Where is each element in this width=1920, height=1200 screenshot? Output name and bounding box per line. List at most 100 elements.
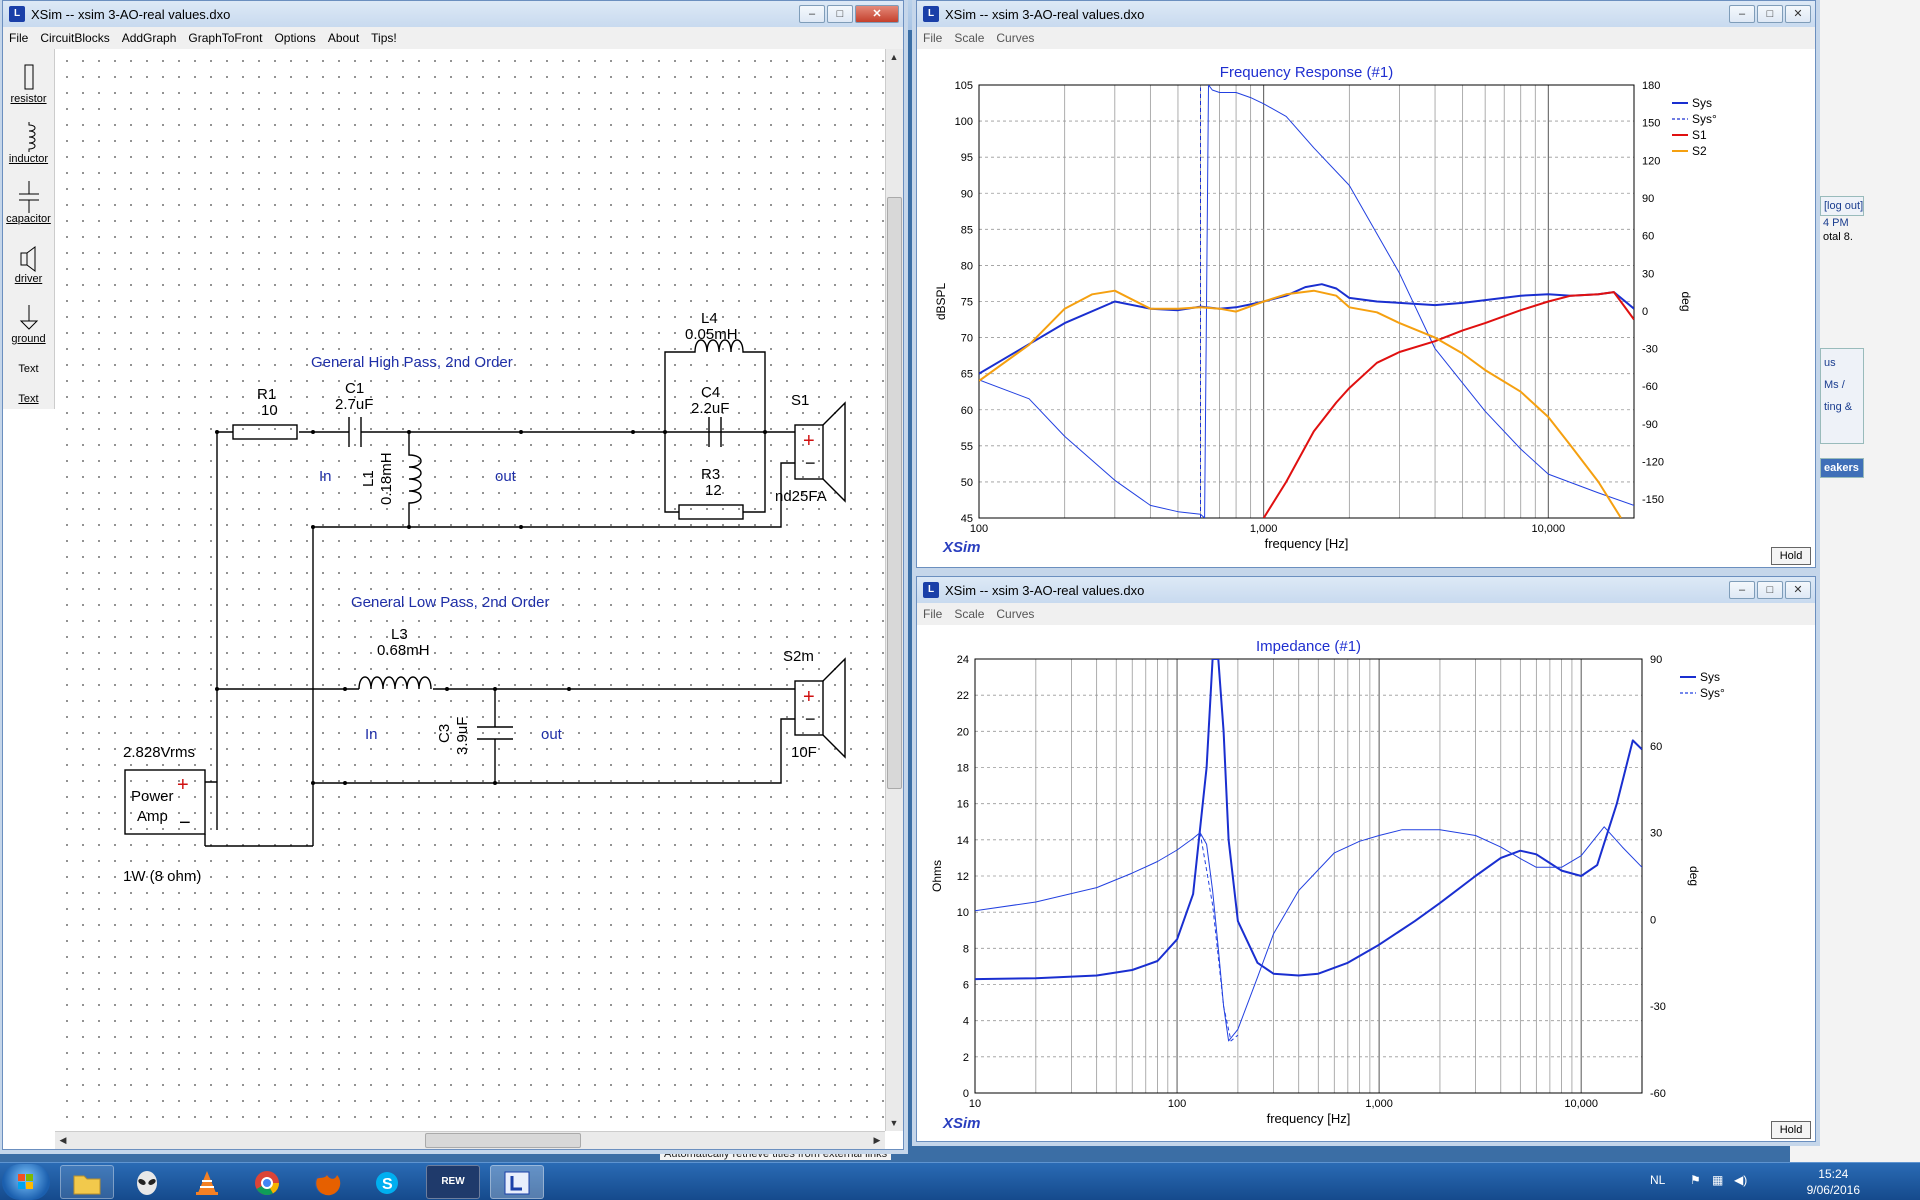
taskbar-skype[interactable]: S <box>360 1165 414 1199</box>
tool-capacitor[interactable]: capacitor <box>3 169 54 229</box>
lp-out-label: out <box>541 726 563 743</box>
alien-icon <box>137 1171 157 1195</box>
tray-volume-icon[interactable]: ◀) <box>1734 1173 1747 1187</box>
capacitor-icon <box>18 181 39 213</box>
schematic-vertical-scrollbar[interactable]: ▲ ▼ <box>885 49 903 1131</box>
close-button[interactable]: ✕ <box>855 5 899 23</box>
series-line-s2 <box>979 289 1622 518</box>
y2-tick-label: 120 <box>1642 155 1660 167</box>
maximize-button[interactable]: □ <box>1757 5 1783 23</box>
y-tick-label: 70 <box>961 333 973 345</box>
menu-file[interactable]: File <box>917 31 948 45</box>
resistor-icon <box>24 64 33 90</box>
legend-entry: Sys <box>1692 96 1712 110</box>
system-tray: NL ⚑ ▦ ◀) 15:24 9/06/2016 <box>1640 1163 1920 1200</box>
taskbar-alienware[interactable] <box>120 1165 174 1199</box>
s2-minus-mark: − <box>805 709 816 729</box>
hold-button[interactable]: Hold <box>1771 1121 1811 1139</box>
maximize-button[interactable]: □ <box>827 5 853 23</box>
imp-titlebar[interactable]: L XSim -- xsim 3-AO-real values.dxo – □ … <box>917 577 1815 603</box>
y-tick-label: 100 <box>955 116 973 128</box>
menu-graphtofront[interactable]: GraphToFront <box>182 31 268 45</box>
x-tick-label: 10,000 <box>1531 523 1565 535</box>
schematic-title: XSim -- xsim 3-AO-real values.dxo <box>31 6 231 22</box>
y-tick-label: 105 <box>955 80 973 92</box>
inductor-l3 <box>358 676 432 690</box>
firefox-icon <box>315 1171 341 1196</box>
close-button[interactable]: ✕ <box>1785 581 1811 599</box>
start-button[interactable] <box>2 1164 50 1200</box>
minimize-button[interactable]: – <box>1729 581 1755 599</box>
y2-axis-label: deg <box>1687 866 1701 886</box>
menu-tips[interactable]: Tips! <box>365 31 403 45</box>
l3-value: 0.68mH <box>377 642 430 659</box>
hp-in-label: In <box>319 468 332 485</box>
schematic-canvas[interactable]: + − + − + − General High Pass, 2nd Order… <box>55 49 885 1131</box>
taskbar-vlc[interactable] <box>180 1165 234 1199</box>
menu-file[interactable]: File <box>3 31 34 45</box>
clock[interactable]: 15:24 9/06/2016 <box>1807 1166 1860 1198</box>
impedance-chart[interactable]: Impedance (#1)024681012141618202224-60-3… <box>917 625 1815 1141</box>
scroll-down-arrow[interactable]: ▼ <box>886 1115 902 1131</box>
tool-resistor[interactable]: resistor <box>3 49 54 109</box>
language-indicator[interactable]: NL <box>1650 1173 1665 1187</box>
menu-options[interactable]: Options <box>268 31 321 45</box>
taskbar-firefox[interactable] <box>300 1165 354 1199</box>
tool-inductor[interactable]: inductor <box>3 109 54 169</box>
taskbar-xsim[interactable] <box>490 1165 544 1199</box>
tool-text-label: Text <box>18 393 39 405</box>
menu-circuitblocks[interactable]: CircuitBlocks <box>34 31 115 45</box>
taskbar-explorer[interactable] <box>60 1165 114 1199</box>
amp-plus-mark: + <box>177 774 189 796</box>
tool-driver[interactable]: driver <box>3 229 54 289</box>
scroll-up-arrow[interactable]: ▲ <box>886 49 902 65</box>
maximize-button[interactable]: □ <box>1757 581 1783 599</box>
scroll-left-arrow[interactable]: ◀ <box>55 1132 71 1148</box>
chrome-icon <box>255 1171 279 1196</box>
menu-scale[interactable]: Scale <box>948 607 990 621</box>
tool-text[interactable]: Text <box>3 379 54 409</box>
vertical-scroll-thumb[interactable] <box>887 197 902 789</box>
resistor-r1 <box>232 424 298 440</box>
menu-scale[interactable]: Scale <box>948 31 990 45</box>
horizontal-scroll-thumb[interactable] <box>425 1133 581 1148</box>
menu-curves[interactable]: Curves <box>990 31 1040 45</box>
l3-name: L3 <box>391 626 408 643</box>
xsim-app-icon: L <box>923 582 939 598</box>
y2-tick-label: 0 <box>1650 914 1656 926</box>
tool-ground[interactable]: ground <box>3 289 54 349</box>
y2-axis-label: deg <box>1679 291 1693 311</box>
tool-text-sample[interactable]: Text <box>3 349 54 379</box>
frequency-response-chart[interactable]: Frequency Response (#1)45505560657075808… <box>917 49 1815 567</box>
folder-icon <box>73 1175 101 1195</box>
minimize-button[interactable]: – <box>799 5 825 23</box>
schematic-horizontal-scrollbar[interactable]: ◀ ▶ <box>55 1131 885 1149</box>
y-tick-label: 55 <box>961 441 973 453</box>
menu-addgraph[interactable]: AddGraph <box>116 31 183 45</box>
xsim-icon <box>504 1171 530 1195</box>
taskbar-chrome[interactable] <box>240 1165 294 1199</box>
hold-button[interactable]: Hold <box>1771 547 1811 565</box>
tool-inductor-label: inductor <box>8 153 49 165</box>
scroll-right-arrow[interactable]: ▶ <box>869 1132 885 1148</box>
close-button[interactable]: ✕ <box>1785 5 1811 23</box>
minimize-button[interactable]: – <box>1729 5 1755 23</box>
taskbar-rew[interactable]: REW <box>426 1165 480 1199</box>
skype-icon: S <box>376 1172 398 1194</box>
hp-title: General High Pass, 2nd Order <box>311 354 513 371</box>
tray-flag-icon[interactable]: ⚑ <box>1690 1173 1701 1187</box>
menu-about[interactable]: About <box>322 31 365 45</box>
resistor-r3 <box>678 504 744 520</box>
menu-curves[interactable]: Curves <box>990 607 1040 621</box>
y-tick-label: 6 <box>963 980 969 992</box>
schematic-titlebar[interactable]: L XSim -- xsim 3-AO-real values.dxo – □ … <box>3 1 903 27</box>
l4-name: L4 <box>701 310 718 327</box>
tray-network-icon[interactable]: ▦ <box>1712 1173 1723 1187</box>
fr-titlebar[interactable]: L XSim -- xsim 3-AO-real values.dxo – □ … <box>917 1 1815 27</box>
s1-name: S1 <box>791 392 809 409</box>
y-tick-label: 75 <box>961 297 973 309</box>
menu-file[interactable]: File <box>917 607 948 621</box>
legend-entry: S2 <box>1692 144 1707 158</box>
c4-name: C4 <box>701 384 720 401</box>
capacitor-c3 <box>477 689 513 783</box>
